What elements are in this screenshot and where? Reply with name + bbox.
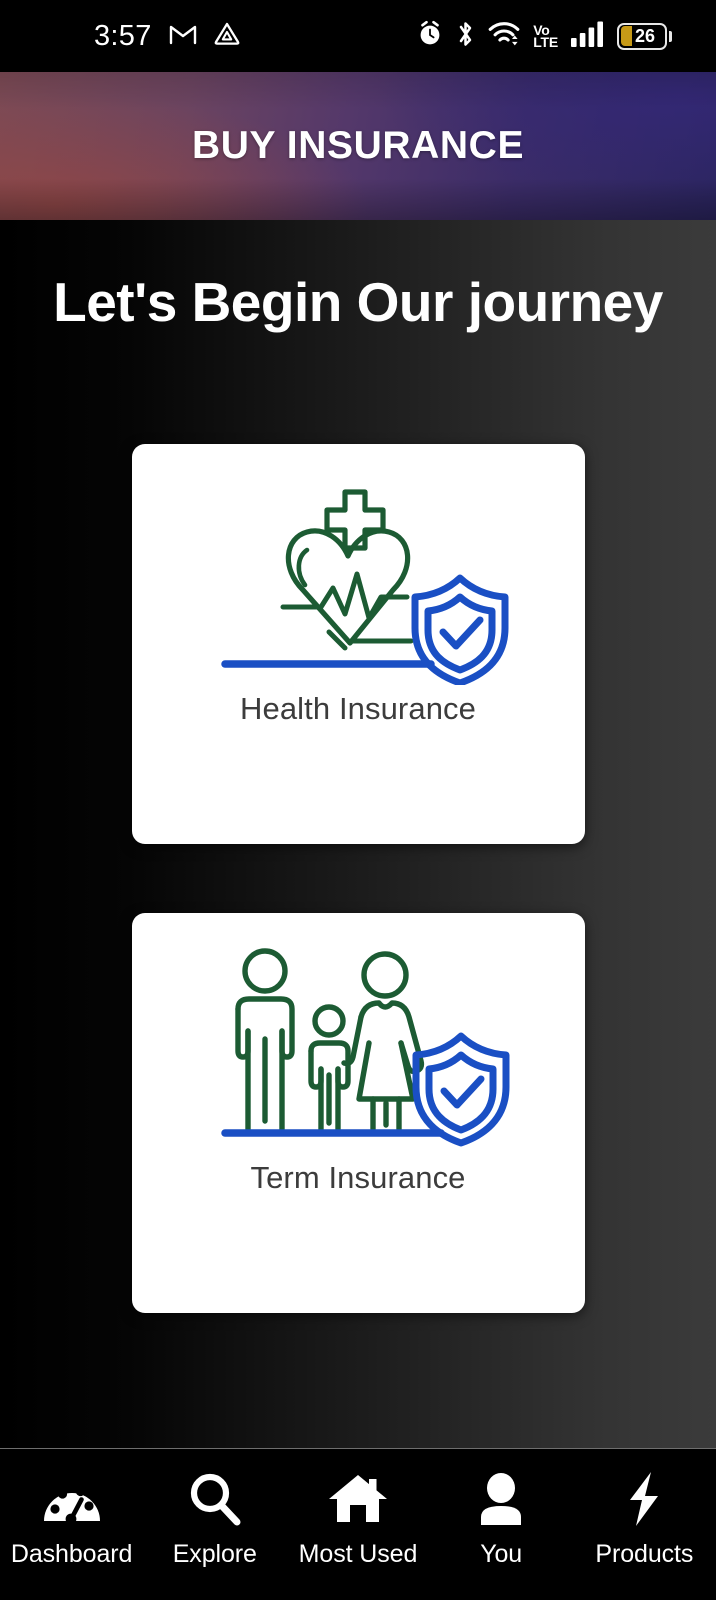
nav-label-you: You bbox=[480, 1540, 523, 1568]
battery-cap bbox=[669, 30, 672, 42]
nav-label-products: Products bbox=[595, 1540, 694, 1568]
wifi-icon bbox=[488, 20, 520, 52]
battery-body: 26 bbox=[617, 22, 667, 50]
gmail-icon bbox=[169, 23, 197, 50]
status-bar-right: Vo LTE 26 bbox=[417, 20, 690, 53]
page-heading: Let's Begin Our journey bbox=[53, 271, 663, 333]
nav-item-explore[interactable]: Explore bbox=[143, 1471, 286, 1569]
nav-item-dashboard[interactable]: Dashboard bbox=[0, 1471, 143, 1569]
family-shield-illustration bbox=[193, 939, 523, 1154]
triangle-app-icon bbox=[214, 21, 240, 51]
status-time: 3:57 bbox=[94, 19, 152, 52]
nav-label-explore: Explore bbox=[172, 1540, 257, 1568]
bluetooth-icon bbox=[456, 20, 475, 53]
insurance-card-list: Health Insurance Term Insurance bbox=[0, 444, 716, 1313]
battery-icon: 26 bbox=[617, 22, 672, 50]
nav-label-most-used: Most Used bbox=[298, 1540, 418, 1568]
health-insurance-card[interactable]: Health Insurance bbox=[131, 444, 585, 844]
status-bar: 3:57 Vo LTE 26 bbox=[0, 0, 716, 72]
main-content: Let's Begin Our journey Health Insurance… bbox=[0, 220, 716, 1448]
home-icon bbox=[327, 1471, 389, 1527]
volte-icon: Vo LTE bbox=[533, 21, 558, 50]
health-insurance-label: Health Insurance bbox=[240, 691, 476, 726]
nav-item-most-used[interactable]: Most Used bbox=[286, 1471, 429, 1569]
heart-ecg-shield-illustration bbox=[193, 470, 523, 685]
search-icon bbox=[188, 1471, 242, 1527]
lightning-bolt-icon bbox=[624, 1471, 664, 1527]
speedometer-icon bbox=[43, 1471, 101, 1527]
person-icon bbox=[477, 1471, 525, 1527]
cellular-signal-icon bbox=[571, 21, 604, 52]
phone-screen: 3:57 Vo LTE 26 BUY INSURANCE Let's Begin… bbox=[0, 0, 716, 1600]
nav-label-dashboard: Dashboard bbox=[10, 1540, 133, 1568]
alarm-clock-icon bbox=[417, 20, 443, 52]
nav-item-products[interactable]: Products bbox=[573, 1471, 716, 1569]
app-header: BUY INSURANCE bbox=[0, 72, 716, 220]
status-bar-left: 3:57 bbox=[0, 21, 240, 51]
bottom-navigation-bar: Dashboard Explore Most Used You Products bbox=[0, 1448, 716, 1600]
term-insurance-label: Term Insurance bbox=[250, 1160, 466, 1195]
battery-percent: 26 bbox=[634, 26, 656, 46]
app-title: BUY INSURANCE bbox=[191, 124, 525, 167]
term-insurance-card[interactable]: Term Insurance bbox=[131, 913, 585, 1313]
nav-item-you[interactable]: You bbox=[430, 1471, 573, 1569]
